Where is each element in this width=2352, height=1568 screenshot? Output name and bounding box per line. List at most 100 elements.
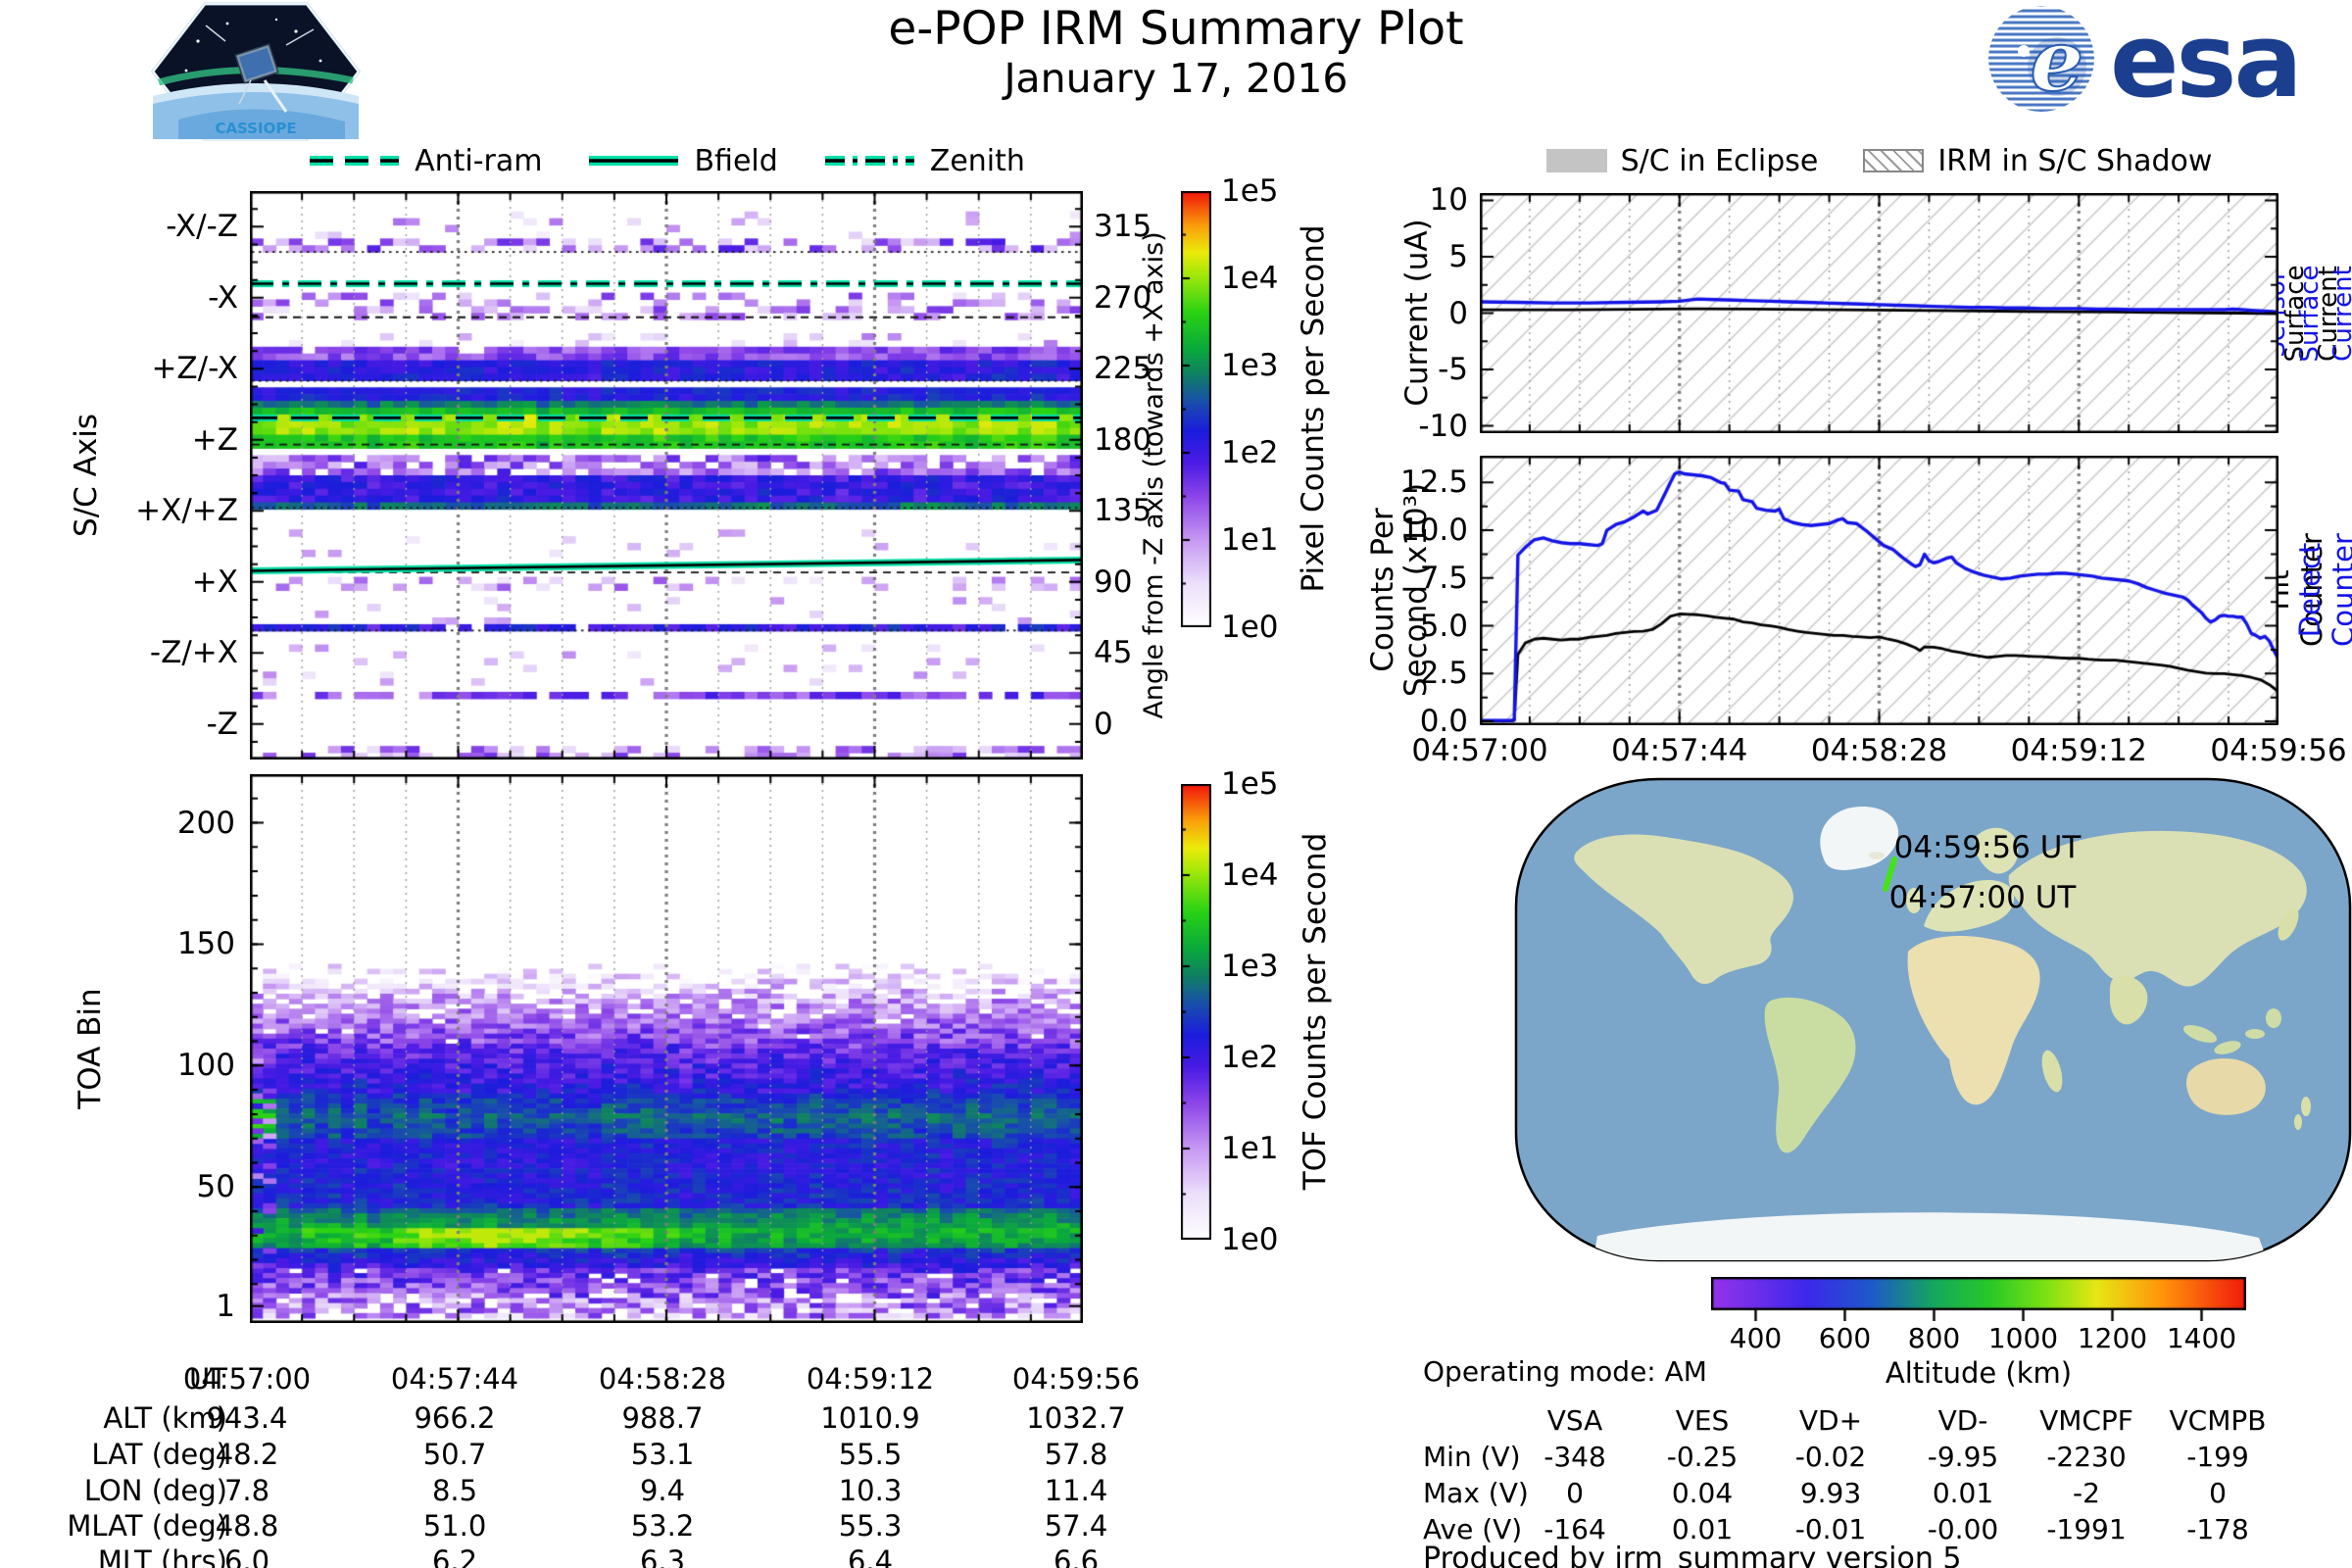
altitude-bar-label: Altitude (km) [1832,1355,2126,1391]
current-tick-label: -10 [1370,409,1468,444]
sc-axis-tick-label: +X [27,564,238,600]
voltage-value: 9.93 [1757,1476,1904,1511]
detect-counter-label: Detect Counter [2293,533,2352,647]
altitude-tick-label: 800 [1886,1321,1984,1356]
legend-item-eclipse: S/C in Eclipse [1546,144,1819,178]
legend-item-zenith: Zenith [823,144,1025,178]
svg-text:e: e [2031,12,2084,111]
voltage-value: 0.01 [1629,1512,1776,1547]
sc-axis-tick-label: -Z/+X [27,635,238,670]
altitude-colorbar [1711,1277,2246,1321]
pixel-colorbar-label: Pixel Counts per Second [1297,224,1330,592]
sc-axis-tick-label: -X [27,280,238,316]
title-block: e-POP IRM Summary Plot January 17, 2016 [686,4,1666,102]
toa-tick-label: 100 [98,1048,235,1083]
summary-plot-page: CASSIOPE e-POP IRM Summary Plot January … [0,0,2352,1568]
esa-logo: e esa [1984,2,2347,120]
angle-tick-label: 135 [1094,493,1172,528]
patch-title: CASSIOPE [215,120,296,137]
counts-tick-label: 5.0 [1360,609,1468,644]
angle-tick-label: 270 [1094,280,1172,316]
current-tick-label: -5 [1370,352,1468,387]
ephemeris-value: 55.3 [777,1508,963,1544]
counts-tick-label: 2.5 [1360,656,1468,691]
altitude-tick-label: 600 [1796,1321,1894,1356]
ephemeris-value: 6.0 [154,1544,340,1568]
operating-mode: Operating mode: AM [1423,1355,1707,1388]
angle-tick-label: 45 [1094,635,1172,670]
current-tick-label: 10 [1370,182,1468,218]
bfield-line-icon [587,152,680,170]
current-tick-label: 0 [1370,296,1468,331]
esa-logo-text: esa [2110,2,2300,120]
sc-axis-tick-label: +X/+Z [27,493,238,528]
angle-tick-label: 0 [1094,707,1172,742]
ephemeris-value: 10.3 [777,1473,963,1508]
voltage-value: -348 [1501,1440,1648,1475]
altitude-tick-label: 1400 [2153,1321,2251,1356]
pixel-colorbar-tick-label: 1e1 [1221,522,1299,558]
eclipse-swatch-icon [1546,149,1607,172]
time-tick-label: 04:57:44 [1587,733,1773,768]
legend-item-bfield: Bfield [587,144,777,178]
counts-tick-label: 7.5 [1360,561,1468,596]
tof-colorbar-tick-label: 1e1 [1221,1131,1299,1166]
voltage-value: 0 [1501,1476,1648,1511]
ephemeris-value: 04:57:00 [154,1361,340,1396]
voltage-value: -0.25 [1629,1440,1776,1475]
tof-colorbar-label: TOF Counts per Second [1298,833,1332,1191]
voltage-value: 0 [2144,1476,2291,1511]
ephemeris-value: 48.8 [154,1508,340,1544]
voltage-value: -178 [2144,1512,2291,1547]
tof-colorbar-tick-label: 1e3 [1221,949,1299,984]
tof-colorbar [1181,784,1211,1240]
sc-axis-tick-label: +Z/-X [27,351,238,386]
pixel-colorbar-tick-label: 1e3 [1221,348,1299,383]
voltage-value: -0.02 [1757,1440,1904,1475]
ephemeris-value: 51.0 [362,1508,548,1544]
ephemeris-value: 55.5 [777,1437,963,1472]
altitude-tick-label: 400 [1707,1321,1805,1356]
sc-axis-tick-label: -Z [27,707,238,742]
tof-colorbar-tick-label: 1e0 [1221,1222,1299,1257]
ephemeris-value: 53.2 [569,1508,756,1544]
toa-tick-label: 50 [98,1169,235,1204]
anti-ram-line-icon [308,152,401,170]
counter-rates-plot-canvas [1480,456,2278,725]
pixel-colorbar [1181,191,1211,627]
zenith-line-icon [823,152,916,170]
sc-axis-tick-label: +Z [27,422,238,458]
legend-label: Zenith [930,144,1025,178]
shadow-hatch-swatch-icon [1863,149,1924,172]
ground-track-map: 04:59:56 UT 04:57:00 UT [1514,777,2352,1264]
ephemeris-value: 7.8 [154,1473,340,1508]
pixel-colorbar-tick-label: 1e0 [1221,610,1299,645]
cassiope-mission-patch: CASSIOPE [149,2,363,141]
page-title: e-POP IRM Summary Plot [686,4,1666,55]
direction-legend: Anti-ram Bfield Zenith [250,143,1083,178]
tof-colorbar-tick-label: 1e5 [1221,766,1299,802]
voltage-column-header: VMCPF [2013,1403,2160,1439]
legend-label: Anti-ram [415,144,542,178]
time-tick-label: 04:58:28 [1787,733,1973,768]
voltage-value: -0.01 [1757,1512,1904,1547]
ephemeris-value: 966.2 [362,1400,548,1436]
tof-colorbar-tick-label: 1e4 [1221,858,1299,893]
ephemeris-value: 1032.7 [983,1400,1169,1436]
sc-axis-spectrogram-canvas [250,191,1083,760]
track-start-time-label: 04:57:00 UT [1889,880,2078,915]
legend-item-anti-ram: Anti-ram [308,144,542,178]
ephemeris-value: 50.7 [362,1437,548,1472]
page-date: January 17, 2016 [686,55,1666,102]
sc-axis-tick-label: -X/-Z [27,209,238,244]
shadow-legend: S/C in Eclipse IRM in S/C Shadow [1480,143,2278,178]
voltage-value: -1991 [2013,1512,2160,1547]
ephemeris-value: 988.7 [569,1400,756,1436]
legend-label: IRM in S/C Shadow [1937,144,2212,178]
voltage-column-header: VES [1629,1403,1776,1439]
toa-tick-label: 150 [98,926,235,961]
voltage-value: -2230 [2013,1440,2160,1475]
altitude-tick-label: 1200 [2064,1321,2162,1356]
ephemeris-value: 48.2 [154,1437,340,1472]
ephemeris-value: 6.2 [362,1544,548,1568]
